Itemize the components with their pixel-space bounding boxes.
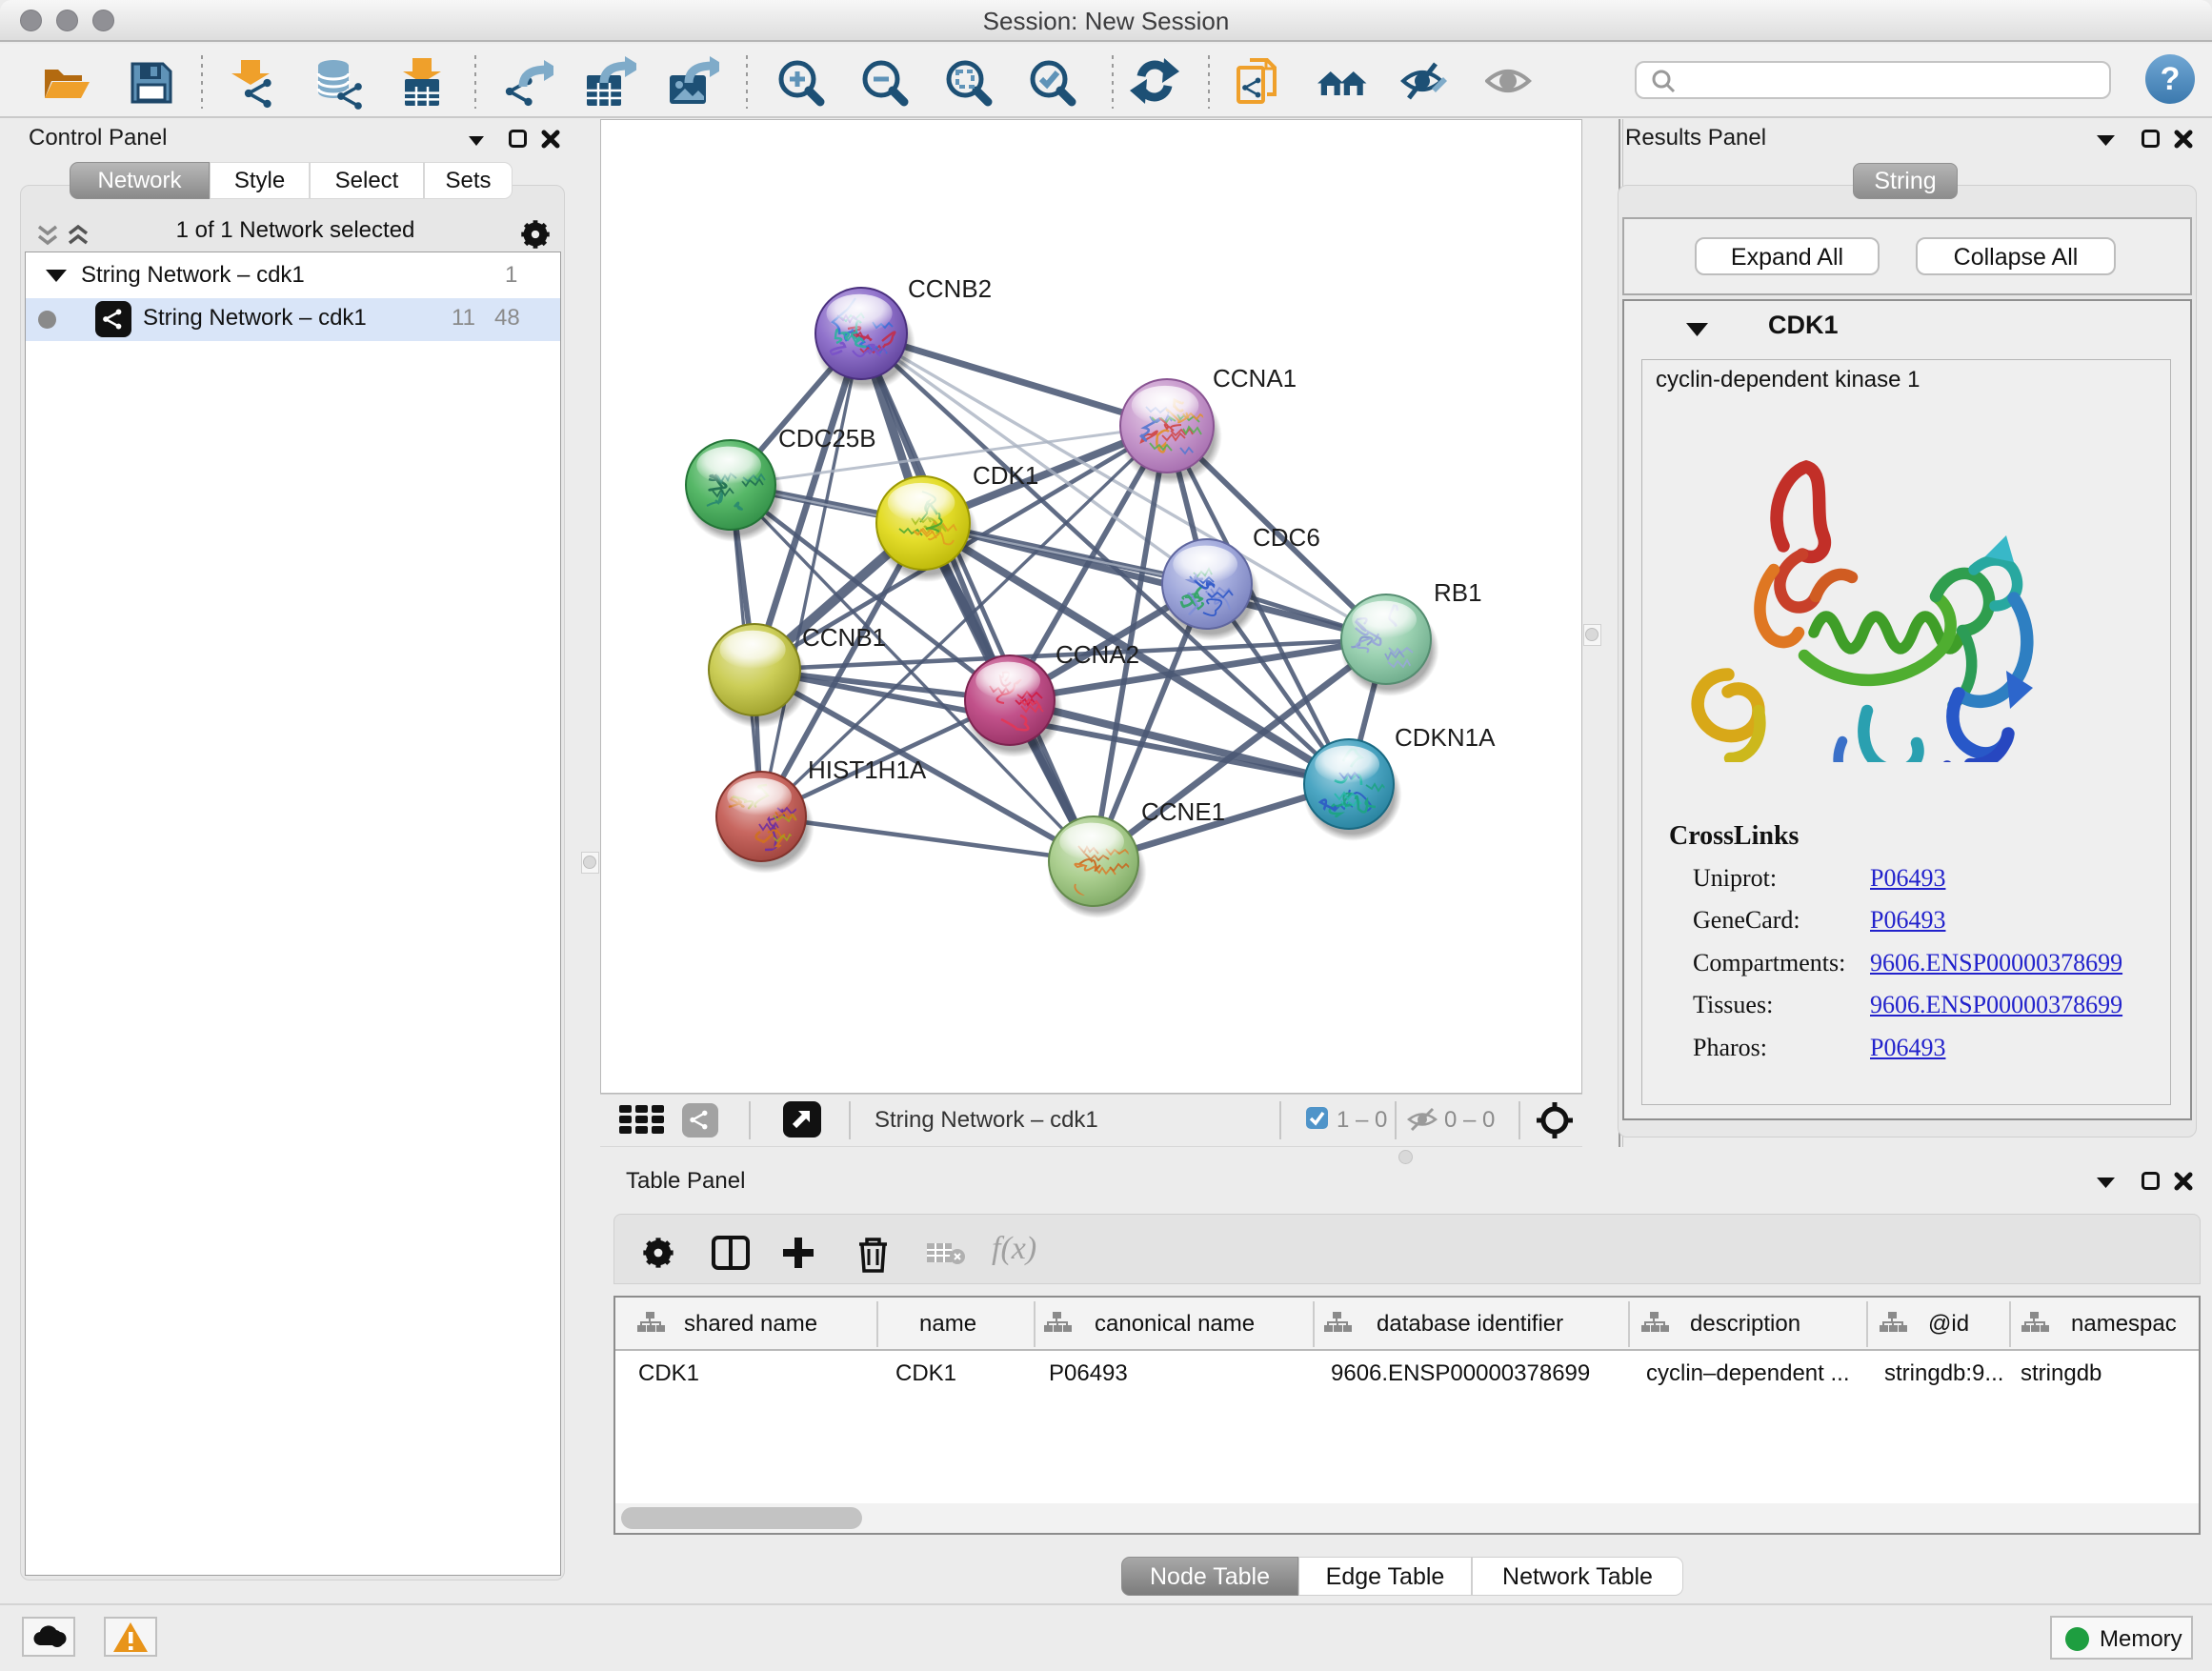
svg-text:CCNA1: CCNA1 [1213,364,1297,393]
svg-text:CCNB1: CCNB1 [802,623,886,652]
svg-text:HIST1H1A: HIST1H1A [808,755,927,784]
svg-text:CCNA2: CCNA2 [1056,640,1139,669]
svg-text:CCNE1: CCNE1 [1141,797,1225,826]
svg-text:CDKN1A: CDKN1A [1395,723,1496,752]
svg-text:CDC25B: CDC25B [778,424,876,453]
svg-text:CDK1: CDK1 [973,461,1038,490]
svg-text:CCNB2: CCNB2 [908,274,992,303]
svg-text:CDC6: CDC6 [1253,523,1320,552]
svg-text:RB1: RB1 [1434,578,1482,607]
